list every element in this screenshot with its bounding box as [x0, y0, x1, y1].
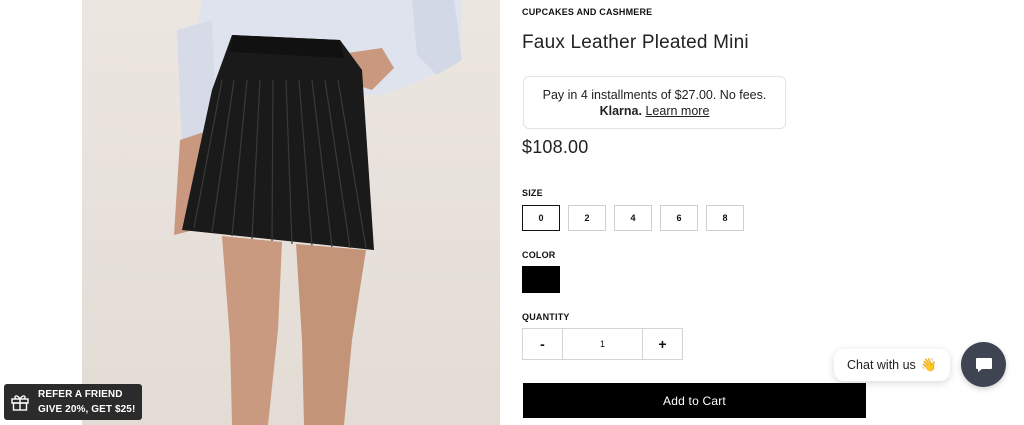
size-option-2[interactable]: 2 [568, 205, 606, 231]
product-brand[interactable]: CUPCAKES AND CASHMERE [522, 7, 652, 17]
waving-hand-icon: 👋 [920, 357, 937, 372]
klarna-line: Klarna. Learn more [524, 104, 785, 118]
chat-label: Chat with us [847, 358, 916, 372]
chat-launcher-button[interactable] [961, 342, 1006, 387]
klarna-installments-text: Pay in 4 installments of $27.00. No fees… [542, 88, 767, 102]
model-skirt-illustration [174, 0, 462, 425]
quantity-stepper: - 1 + [522, 328, 683, 360]
chat-bubble-icon [975, 357, 992, 372]
size-options: 0 2 4 6 8 [522, 205, 744, 231]
refer-line-1: REFER A FRIEND [38, 389, 123, 400]
quantity-input[interactable]: 1 [563, 329, 642, 359]
product-price: $108.00 [522, 137, 589, 157]
size-option-0[interactable]: 0 [522, 205, 560, 231]
add-to-cart-button[interactable]: Add to Cart [523, 383, 866, 418]
quantity-label: QUANTITY [522, 312, 570, 322]
refer-text: REFER A FRIEND GIVE 20%, GET $25! [38, 387, 135, 417]
refer-a-friend-button[interactable]: REFER A FRIEND GIVE 20%, GET $25! [4, 384, 142, 420]
size-option-4[interactable]: 4 [614, 205, 652, 231]
quantity-increase-button[interactable]: + [642, 329, 682, 359]
klarna-installments-box: Pay in 4 installments of $27.00. No fees… [523, 76, 786, 129]
size-label: SIZE [522, 188, 543, 198]
klarna-logo: Klarna. [599, 104, 642, 118]
chat-with-us-pill[interactable]: Chat with us 👋 [834, 349, 950, 381]
size-option-8[interactable]: 8 [706, 205, 744, 231]
product-title: Faux Leather Pleated Mini [522, 32, 749, 53]
product-image[interactable] [82, 0, 500, 425]
klarna-learn-more-link[interactable]: Learn more [645, 104, 709, 118]
size-option-6[interactable]: 6 [660, 205, 698, 231]
gift-icon [11, 395, 29, 411]
refer-line-2: GIVE 20%, GET $25! [38, 404, 136, 415]
color-label: COLOR [522, 250, 556, 260]
color-swatch-black[interactable] [522, 266, 560, 293]
quantity-decrease-button[interactable]: - [523, 329, 563, 359]
